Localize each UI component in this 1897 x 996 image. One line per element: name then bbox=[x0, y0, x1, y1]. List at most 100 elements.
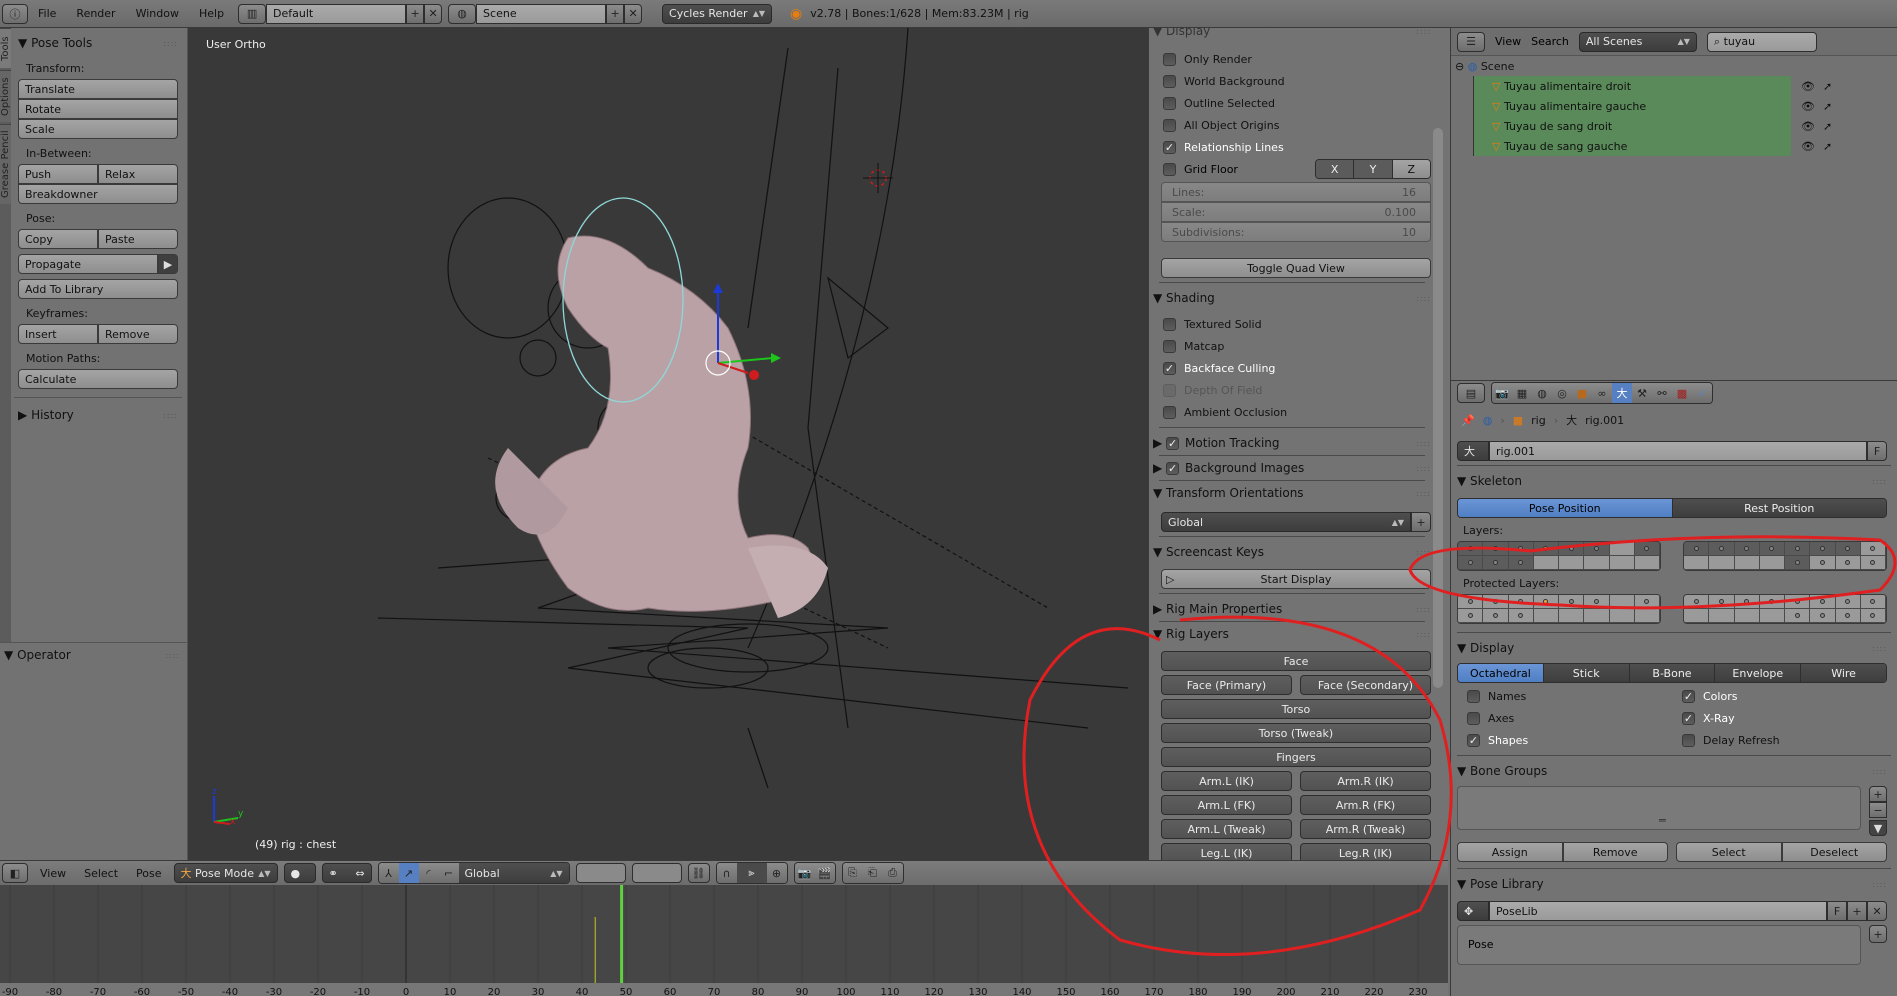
tab-options[interactable]: Options bbox=[0, 70, 11, 122]
pivot-point-dropdown[interactable]: ⚭ ⇔ bbox=[321, 863, 372, 883]
armature-name-field[interactable]: rig.001 bbox=[1489, 441, 1867, 461]
layer-toggle[interactable] bbox=[1860, 542, 1886, 556]
eye-icon[interactable]: 👁 bbox=[1801, 120, 1815, 133]
layer-toggle[interactable] bbox=[1684, 542, 1710, 556]
layer-toggle[interactable] bbox=[1559, 609, 1585, 623]
poselib-new-button[interactable]: + bbox=[1847, 901, 1867, 921]
display-mode-wire[interactable]: Wire bbox=[1801, 664, 1886, 682]
layer-toggle[interactable] bbox=[1559, 595, 1585, 609]
display-check-all-object-origins[interactable]: All Object Origins bbox=[1163, 114, 1431, 136]
outliner-search-menu[interactable]: Search bbox=[1531, 35, 1569, 48]
calculate-button[interactable]: Calculate bbox=[18, 369, 178, 389]
layer-toggle[interactable] bbox=[1785, 595, 1811, 609]
layer-toggle[interactable] bbox=[1810, 542, 1836, 556]
snap-element-icon[interactable]: ⫸ bbox=[736, 863, 767, 883]
drag-grip-icon[interactable]: :::: bbox=[163, 39, 178, 48]
grid-lines-field[interactable]: Lines: 16 bbox=[1161, 182, 1431, 202]
eye-icon[interactable]: 👁 bbox=[1801, 100, 1815, 113]
cursor-icon[interactable]: ➚ bbox=[1823, 120, 1832, 133]
rig-layer-button[interactable]: Leg.L (IK) bbox=[1161, 843, 1292, 860]
editor-type-outliner-button[interactable]: ☰ bbox=[1457, 31, 1485, 52]
screen-layout-selector[interactable]: ▥ bbox=[238, 3, 267, 24]
checkbox[interactable] bbox=[1163, 52, 1176, 66]
layer-toggle[interactable] bbox=[1785, 609, 1811, 623]
layer-toggle[interactable] bbox=[1609, 595, 1635, 609]
drag-grip-icon[interactable]: :::: bbox=[1416, 605, 1431, 614]
outliner-scene-row[interactable]: ⊖ ◍ Scene bbox=[1451, 56, 1897, 76]
drag-grip-icon[interactable]: :::: bbox=[1416, 548, 1431, 557]
drag-grip-icon[interactable]: :::: bbox=[1416, 294, 1431, 303]
fake-user-button[interactable]: F bbox=[1867, 441, 1887, 461]
drag-grip-icon[interactable]: :::: bbox=[1416, 630, 1431, 639]
display-check-only-render[interactable]: Only Render bbox=[1163, 48, 1431, 70]
drag-grip-icon[interactable]: :::: bbox=[1872, 767, 1887, 776]
checkbox[interactable]: ✓ bbox=[1682, 711, 1695, 725]
layer-toggle[interactable] bbox=[1759, 542, 1785, 556]
rig-layer-button[interactable]: Arm.R (IK) bbox=[1300, 771, 1431, 791]
checkbox[interactable] bbox=[1163, 405, 1176, 419]
pose-list[interactable]: Pose bbox=[1457, 925, 1861, 965]
checkbox[interactable] bbox=[1163, 383, 1176, 397]
npanel-scrollbar[interactable] bbox=[1433, 128, 1443, 688]
shading-check-ambient-occlusion[interactable]: Ambient Occlusion bbox=[1163, 401, 1431, 423]
drag-grip-icon[interactable]: :::: bbox=[1416, 439, 1431, 448]
checkbox[interactable] bbox=[1163, 74, 1176, 88]
drag-grip-icon[interactable]: :::: bbox=[1872, 477, 1887, 486]
checkbox[interactable]: ✓ bbox=[1467, 733, 1480, 747]
render-tab-icon[interactable]: 📷 bbox=[1492, 383, 1512, 403]
layer-toggle[interactable] bbox=[1634, 609, 1660, 623]
background-images-checkbox[interactable]: ✓ bbox=[1166, 461, 1180, 475]
paste-pose-icon[interactable]: ⎗ bbox=[862, 863, 883, 883]
layer-toggle[interactable] bbox=[1734, 556, 1760, 570]
drag-grip-icon[interactable]: :::: bbox=[1872, 880, 1887, 889]
rig-layer-button[interactable]: Face bbox=[1161, 651, 1431, 671]
poselib-fake-user-button[interactable]: F bbox=[1827, 901, 1847, 921]
layer-toggle[interactable] bbox=[1634, 556, 1660, 570]
bone-display-names[interactable]: Names bbox=[1467, 685, 1672, 707]
layer-toggle[interactable] bbox=[1609, 542, 1635, 556]
checkbox[interactable] bbox=[1682, 733, 1695, 747]
scene-layers-grid-2[interactable] bbox=[631, 863, 682, 883]
rig-layer-button[interactable]: Leg.R (IK) bbox=[1300, 843, 1431, 860]
layer-toggle[interactable] bbox=[1860, 609, 1886, 623]
layer-toggle[interactable] bbox=[1483, 542, 1509, 556]
physics-tab-icon[interactable]: ✓ bbox=[1692, 383, 1712, 403]
render-opengl-animation-icon[interactable]: 🎬 bbox=[814, 863, 835, 883]
layer-toggle[interactable] bbox=[1533, 556, 1559, 570]
display-mode-b-bone[interactable]: B-Bone bbox=[1629, 664, 1716, 682]
remove-button[interactable]: Remove bbox=[1562, 842, 1668, 862]
interaction-mode-dropdown[interactable]: 大 Pose Mode ▲▼ bbox=[173, 863, 278, 883]
add-to-library-button[interactable]: Add To Library bbox=[18, 279, 178, 299]
copy-pose-icon[interactable]: ⎘ bbox=[842, 863, 863, 883]
cursor-icon[interactable]: ➚ bbox=[1823, 80, 1832, 93]
poselib-unlink-button[interactable]: ✕ bbox=[1867, 901, 1887, 921]
viewport-shading-dropdown[interactable]: ● bbox=[283, 863, 316, 883]
scale-manipulator-icon[interactable]: ⌐ bbox=[438, 863, 459, 883]
layer-toggle[interactable] bbox=[1734, 595, 1760, 609]
tab-grease-pencil[interactable]: Grease Pencil bbox=[0, 124, 11, 204]
layer-toggle[interactable] bbox=[1684, 595, 1710, 609]
layout-name-field[interactable]: Default bbox=[266, 3, 407, 24]
push-button[interactable]: Push bbox=[18, 164, 98, 184]
propagate-button[interactable]: Propagate bbox=[18, 254, 158, 274]
display-mode-envelope[interactable]: Envelope bbox=[1715, 664, 1802, 682]
outliner-item[interactable]: ▽ Tuyau de sang droit 👁 ➚ bbox=[1451, 116, 1897, 136]
layer-toggle[interactable] bbox=[1684, 609, 1710, 623]
layer-toggle[interactable] bbox=[1483, 556, 1509, 570]
layer-toggle[interactable] bbox=[1533, 595, 1559, 609]
rig-layer-button[interactable]: Arm.L (Tweak) bbox=[1161, 819, 1292, 839]
delete-scene-button[interactable]: ✕ bbox=[624, 3, 643, 24]
add-scene-button[interactable]: + bbox=[606, 3, 625, 24]
layer-toggle[interactable] bbox=[1860, 595, 1886, 609]
menu-pose[interactable]: Pose bbox=[130, 867, 167, 880]
layer-toggle[interactable] bbox=[1483, 609, 1509, 623]
rig-layers-panel-header[interactable]: ▼ Rig Layers:::: bbox=[1153, 623, 1431, 645]
transform-orientation-dropdown[interactable]: Global ▲▼ bbox=[458, 863, 569, 883]
toggle-quad-view-button[interactable]: Toggle Quad View bbox=[1161, 258, 1431, 278]
layer-toggle[interactable] bbox=[1835, 542, 1861, 556]
grid-scale-field[interactable]: Scale: 0.100 bbox=[1161, 202, 1431, 222]
paste-flipped-pose-icon[interactable]: ⎙ bbox=[882, 863, 903, 883]
render-engine-dropdown[interactable]: Cycles Render ▲▼ bbox=[662, 3, 773, 24]
layer-toggle[interactable] bbox=[1810, 556, 1836, 570]
bone-group-menu-button[interactable]: ▼ bbox=[1869, 820, 1887, 836]
